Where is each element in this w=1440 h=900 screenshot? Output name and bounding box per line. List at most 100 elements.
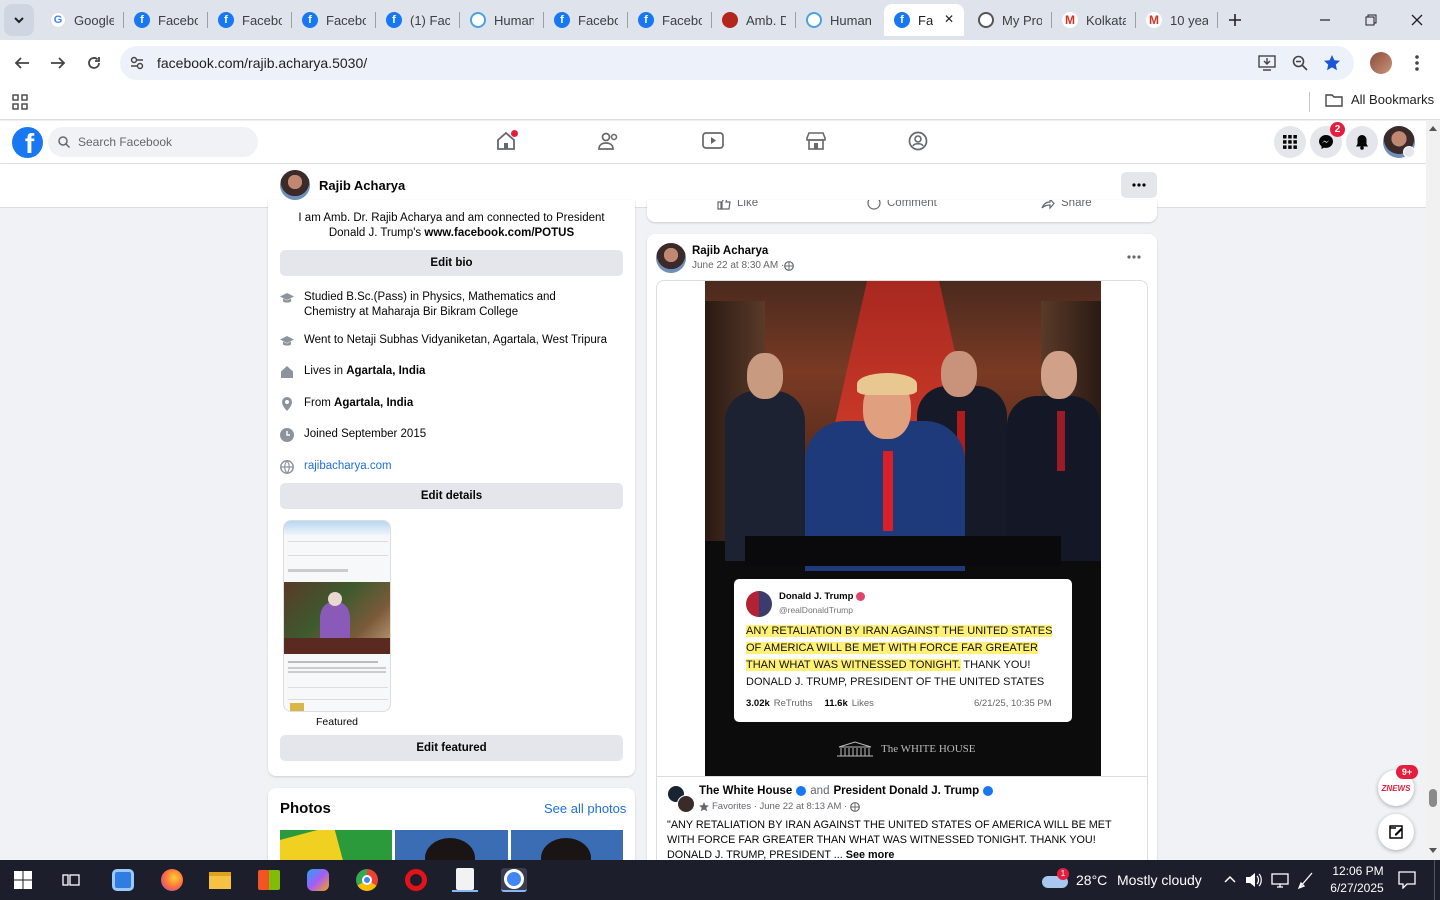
back-button[interactable] <box>10 51 34 75</box>
restore-button[interactable] <box>1348 0 1394 40</box>
show-desktop-divider[interactable] <box>1434 860 1435 900</box>
new-tab-button[interactable] <box>1218 0 1252 40</box>
photo-thumb[interactable] <box>280 830 392 860</box>
taskbar-app-chrome-active[interactable] <box>501 868 527 892</box>
volume-icon[interactable] <box>1245 872 1263 888</box>
nav-groups[interactable] <box>908 131 928 156</box>
apps-grid-icon[interactable] <box>12 94 28 110</box>
post-author-name[interactable]: Rajib Acharya <box>692 245 768 257</box>
post-author-avatar[interactable] <box>656 243 686 273</box>
bookmark-star-icon[interactable] <box>1323 54 1341 72</box>
taskbar-app-copilot[interactable] <box>305 868 331 892</box>
notifications-button[interactable] <box>1346 126 1378 158</box>
close-tab-icon[interactable]: ✕ <box>944 12 954 26</box>
reload-button[interactable] <box>82 51 106 75</box>
groups-icon <box>908 131 928 151</box>
intro-website: rajibacharya.com <box>280 459 610 474</box>
browser-tab[interactable]: f (1) Fac <box>376 4 460 36</box>
task-view-button[interactable] <box>58 868 84 892</box>
nav-friends[interactable] <box>598 132 620 155</box>
browser-tab[interactable]: Human <box>796 4 884 36</box>
browser-tab[interactable]: f Facebo <box>208 4 292 36</box>
edit-details-button[interactable]: Edit details <box>280 483 623 509</box>
address-bar[interactable]: facebook.com/rajib.acharya.5030/ <box>120 46 1354 80</box>
chevron-up-icon[interactable] <box>1224 875 1236 883</box>
browser-profile-avatar[interactable] <box>1370 52 1392 74</box>
edit-featured-button[interactable]: Edit featured <box>280 735 623 761</box>
browser-tab[interactable]: My Pro <box>968 4 1052 36</box>
browser-tab[interactable]: f Facebo <box>124 4 208 36</box>
website-link[interactable]: rajibacharya.com <box>304 459 392 474</box>
nav-home[interactable] <box>496 130 518 156</box>
new-message-button[interactable] <box>1378 814 1414 850</box>
bio-link[interactable]: www.facebook.com/POTUS <box>424 227 574 239</box>
news-widget-button[interactable]: ZNEWS 9+ <box>1378 765 1418 806</box>
taskbar-app-explorer[interactable] <box>207 868 233 892</box>
browser-tab[interactable]: f Facebo <box>292 4 376 36</box>
close-window-button[interactable] <box>1394 0 1440 40</box>
account-avatar[interactable] <box>1383 126 1415 158</box>
more-horizontal-icon[interactable] <box>1127 255 1141 259</box>
browser-tab[interactable]: M 10 yea <box>1136 4 1218 36</box>
search-facebook-input[interactable]: Search Facebook <box>48 127 258 157</box>
browser-tab[interactable]: G Google <box>40 4 124 36</box>
profile-avatar[interactable] <box>280 170 310 200</box>
network-icon[interactable] <box>1271 872 1289 888</box>
more-vert-icon[interactable] <box>1413 54 1421 72</box>
notification-center-icon[interactable] <box>1398 871 1416 889</box>
taskbar-app-firefox[interactable] <box>159 868 185 892</box>
scroll-down-icon[interactable] <box>1429 848 1437 854</box>
taskbar-app-opera[interactable] <box>403 868 429 892</box>
taskbar-app-remote[interactable] <box>110 868 136 892</box>
weather-description[interactable]: Mostly cloudy <box>1117 872 1202 888</box>
minimize-button[interactable] <box>1302 0 1348 40</box>
start-button[interactable] <box>10 868 36 892</box>
photo-thumb[interactable] <box>395 830 508 860</box>
install-app-icon[interactable] <box>1258 55 1276 71</box>
site-settings-icon[interactable] <box>130 56 144 70</box>
forward-button[interactable] <box>46 51 70 75</box>
edit-bio-button[interactable]: Edit bio <box>280 250 623 276</box>
weather-icon[interactable]: 1 <box>1042 868 1069 888</box>
scroll-up-icon[interactable] <box>1429 125 1437 131</box>
messenger-button[interactable]: 2 <box>1310 122 1345 158</box>
post-timestamp[interactable]: June 22 at 8:30 AM · <box>692 260 784 271</box>
nav-marketplace[interactable] <box>806 132 826 155</box>
browser-tab[interactable]: M Kolkata <box>1052 4 1136 36</box>
browser-tab[interactable]: f Fa ✕ <box>884 4 964 36</box>
menu-button[interactable] <box>1274 126 1306 158</box>
browser-tab[interactable]: f Facebo <box>544 4 628 36</box>
tab-search-button[interactable] <box>4 4 34 36</box>
photo-thumb[interactable] <box>511 830 623 860</box>
taskbar-app-store[interactable] <box>256 868 282 892</box>
browser-tab[interactable]: Human <box>460 4 544 36</box>
browser-tab[interactable]: Amb. D <box>712 4 796 36</box>
profile-name[interactable]: Rajib Acharya <box>319 178 405 193</box>
tab-label: Google <box>74 12 114 28</box>
taskbar-app-chrome[interactable] <box>354 868 380 892</box>
shared-image-container[interactable]: Donald J. Trump @realDonaldTrump ANY RET… <box>657 281 1147 776</box>
shared-avatars[interactable] <box>667 785 695 813</box>
zoom-icon[interactable] <box>1292 55 1308 71</box>
share-button[interactable]: Share <box>1041 200 1092 210</box>
facebook-logo[interactable]: f <box>12 127 43 158</box>
clock-date[interactable]: 6/27/2025 <box>1326 881 1388 895</box>
all-bookmarks-button[interactable]: All Bookmarks <box>1325 92 1434 107</box>
like-button[interactable]: Like <box>717 200 758 210</box>
scrollbar-thumb[interactable] <box>1429 789 1437 807</box>
taskbar-app-notepad[interactable] <box>452 868 478 892</box>
pen-icon[interactable] <box>1297 870 1315 890</box>
nav-watch[interactable] <box>702 132 724 155</box>
thumb-face <box>328 592 342 606</box>
featured-thumbnail[interactable] <box>283 520 391 712</box>
minimize-icon <box>1320 19 1330 21</box>
comment-button[interactable]: Comment <box>867 200 937 210</box>
weather-temperature[interactable]: 28°C <box>1076 872 1107 888</box>
page-scrollbar[interactable] <box>1426 121 1440 860</box>
intro-joined: Joined September 2015 <box>280 427 610 442</box>
profile-more-button[interactable] <box>1121 172 1157 198</box>
see-all-photos-link[interactable]: See all photos <box>544 801 626 816</box>
browser-tab[interactable]: f Facebo <box>628 4 712 36</box>
school-text: Went to Netaji Subhas Vidyaniketan, Agar… <box>304 334 608 346</box>
clock-time[interactable]: 12:06 PM <box>1330 864 1386 878</box>
